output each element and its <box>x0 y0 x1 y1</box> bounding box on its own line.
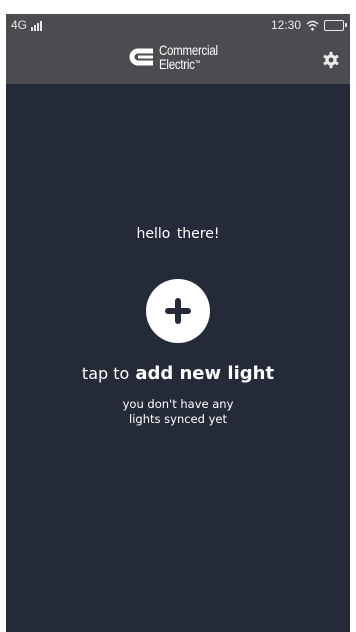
signal-strength-icon <box>31 21 43 31</box>
trademark-symbol: ™ <box>194 60 201 67</box>
empty-state: hello there! tap to add new light you don… <box>6 84 350 632</box>
add-light-button[interactable] <box>146 279 210 343</box>
empty-message-line-2: lights synced yet <box>129 412 227 426</box>
commercial-electric-logo-icon <box>129 48 153 66</box>
app-header: Commercial Electric™ <box>6 36 350 84</box>
status-bar: 4G 12:30 <box>6 14 350 36</box>
brand-line-1: Commercial <box>159 42 218 58</box>
gear-icon[interactable] <box>322 51 340 69</box>
wifi-icon <box>306 20 319 31</box>
plus-icon <box>165 298 191 324</box>
cta-prefix: tap to <box>81 364 130 383</box>
greeting-text: hello there! <box>136 226 220 242</box>
brand-line-2-text: Electric <box>159 56 195 72</box>
brand-logo: Commercial Electric™ <box>126 43 231 71</box>
status-right: 12:30 <box>270 18 347 32</box>
brand-line-2: Electric™ <box>159 57 218 71</box>
empty-message: you don't have any lights synced yet <box>6 397 350 427</box>
clock: 12:30 <box>270 18 301 32</box>
battery-icon <box>324 19 347 31</box>
network-type: 4G <box>11 18 28 32</box>
add-light-prompt: tap to add new light <box>6 363 350 384</box>
empty-message-line-1: you don't have any <box>122 397 234 411</box>
status-left: 4G <box>11 18 43 32</box>
add-new-light-link[interactable]: add new light <box>135 363 274 384</box>
brand-name: Commercial Electric™ <box>159 43 218 71</box>
app-screen: 4G 12:30 Commercial Electric™ hello ther… <box>6 14 350 632</box>
